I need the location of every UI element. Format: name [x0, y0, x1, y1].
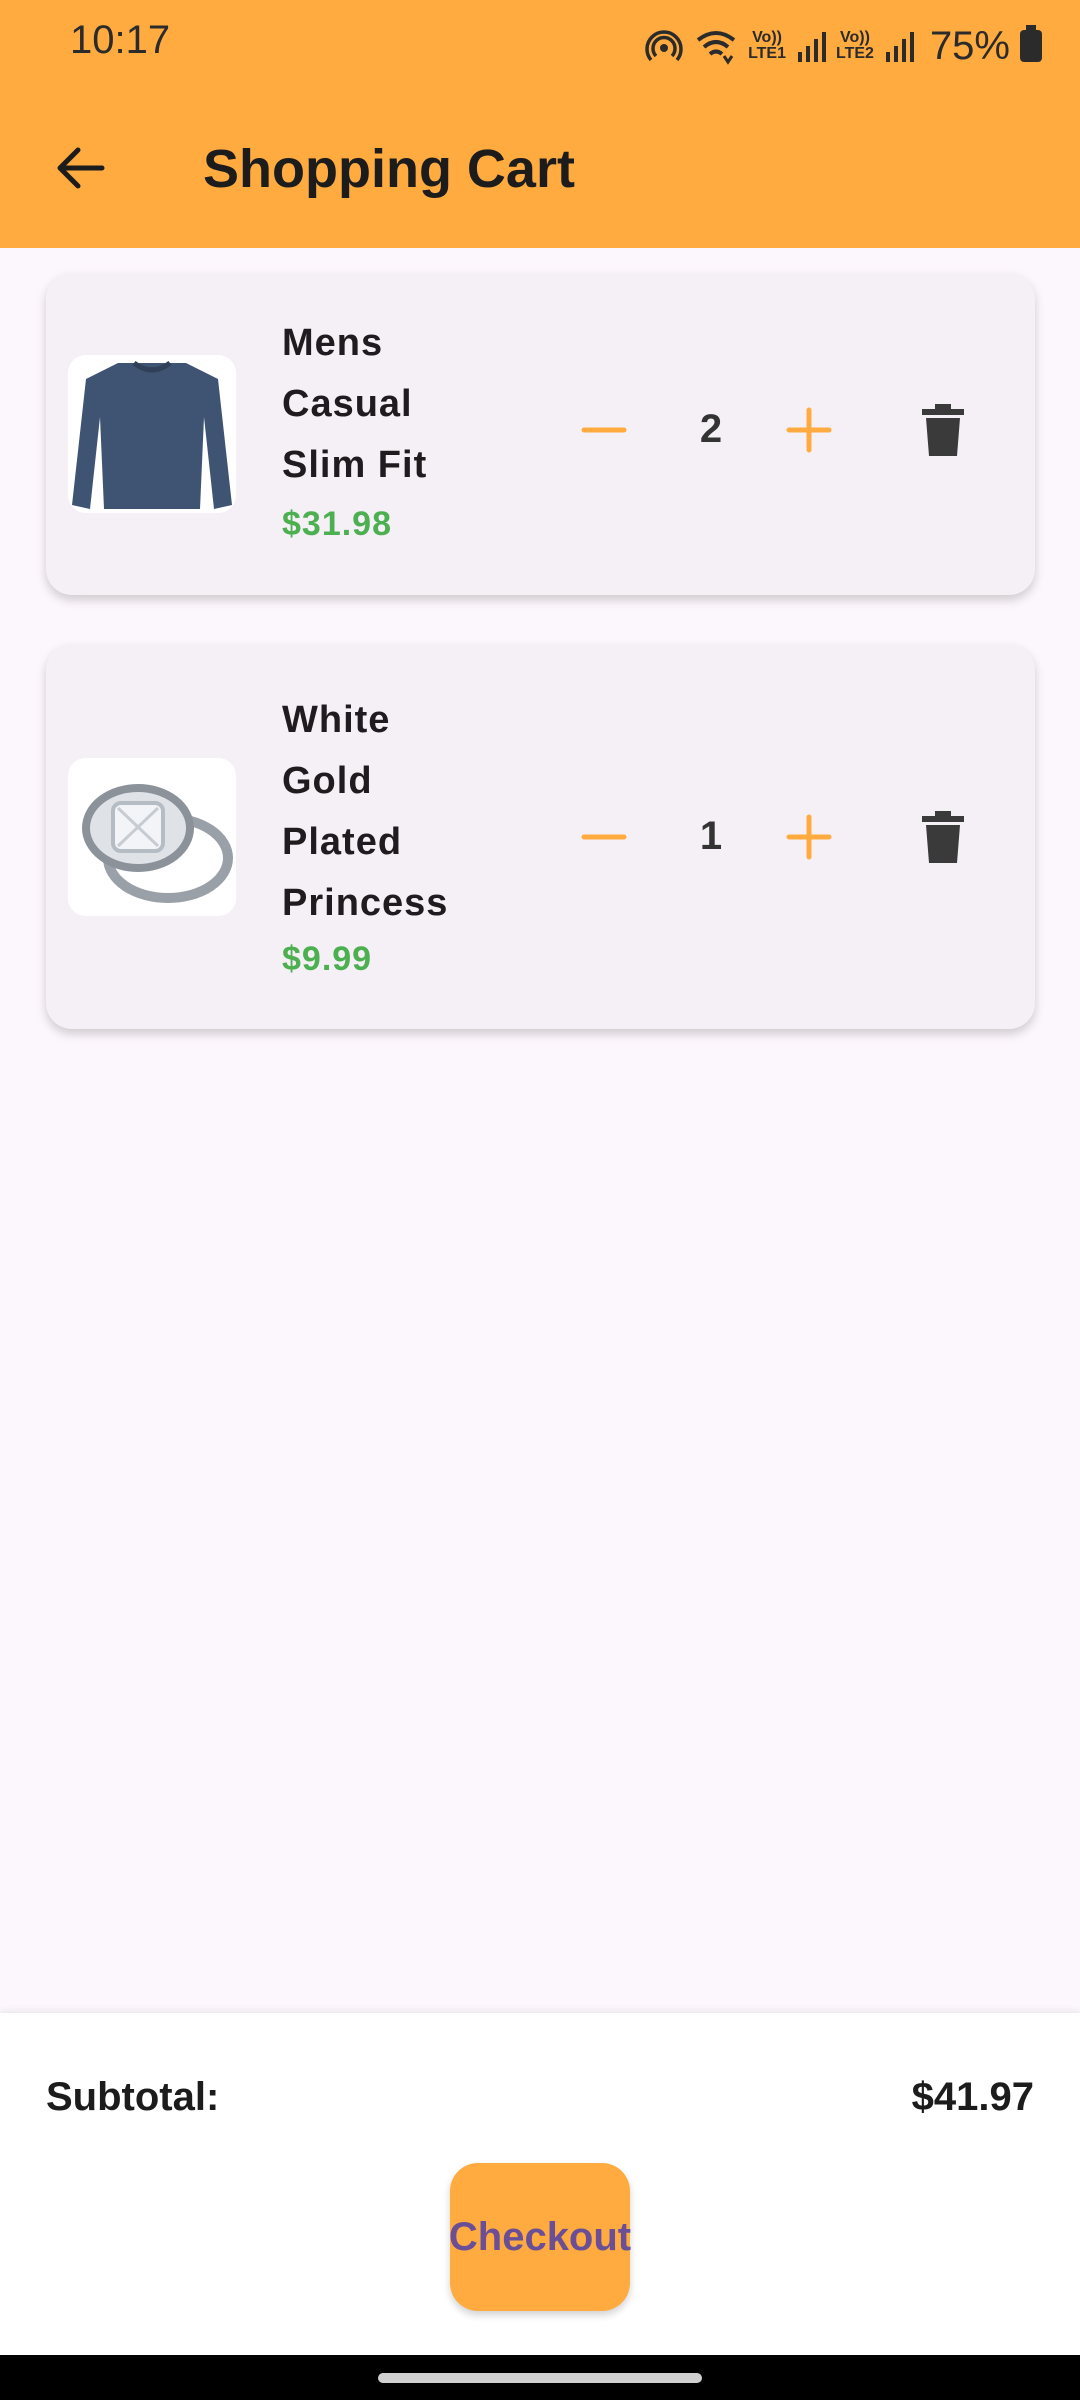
app-bar: 10:17 Vo)) LTE1 Vo)) LTE2 75% Shopping C… — [0, 0, 1080, 248]
cart-summary-panel: Subtotal: $41.97 Checkout — [0, 2013, 1080, 2355]
lte1-label: Vo)) LTE1 — [748, 29, 786, 62]
checkout-button[interactable]: Checkout — [449, 2163, 631, 2311]
quantity-value: 2 — [699, 407, 723, 451]
product-image-ring — [68, 758, 236, 916]
cart-item-card: Mens Casual Slim Fit $31.98 2 — [46, 273, 1035, 595]
signal-icon-1 — [798, 32, 826, 62]
back-button[interactable] — [40, 128, 120, 208]
battery-icon — [1020, 25, 1042, 62]
status-icons: Vo)) LTE1 Vo)) LTE2 75% — [644, 18, 1042, 74]
item-name: White Gold Plated Princess — [282, 699, 449, 924]
arrow-back-icon — [57, 147, 105, 189]
product-image-shirt — [68, 355, 236, 513]
status-time: 10:17 — [70, 18, 171, 62]
decrease-quantity-button[interactable] — [569, 802, 639, 872]
delete-item-button[interactable] — [908, 395, 978, 465]
home-handle[interactable] — [378, 2373, 702, 2383]
item-name: Mens Casual Slim Fit — [282, 322, 428, 486]
plus-icon — [786, 407, 832, 453]
increase-quantity-button[interactable] — [774, 802, 844, 872]
page-title: Shopping Cart — [203, 139, 575, 199]
plus-icon — [786, 814, 832, 860]
trash-icon — [922, 811, 964, 863]
trash-icon — [922, 404, 964, 456]
increase-quantity-button[interactable] — [774, 395, 844, 465]
system-nav-bar — [0, 2355, 1080, 2400]
item-price: $9.99 — [282, 940, 373, 978]
quantity-value: 1 — [699, 814, 723, 858]
cart-item-card: White Gold Plated Princess $9.99 1 — [46, 644, 1035, 1029]
decrease-quantity-button[interactable] — [569, 395, 639, 465]
minus-icon — [581, 427, 627, 433]
delete-item-button[interactable] — [908, 802, 978, 872]
hotspot-icon — [645, 30, 683, 62]
subtotal-label: Subtotal: — [46, 2075, 220, 2119]
minus-icon — [581, 834, 627, 840]
wifi-icon — [696, 31, 736, 65]
signal-icon-2 — [885, 32, 914, 62]
lte2-label: Vo)) LTE2 — [836, 29, 874, 62]
subtotal-value: $41.97 — [911, 2075, 1034, 2119]
battery-percent: 75% — [929, 23, 1010, 68]
item-price: $31.98 — [282, 505, 392, 543]
